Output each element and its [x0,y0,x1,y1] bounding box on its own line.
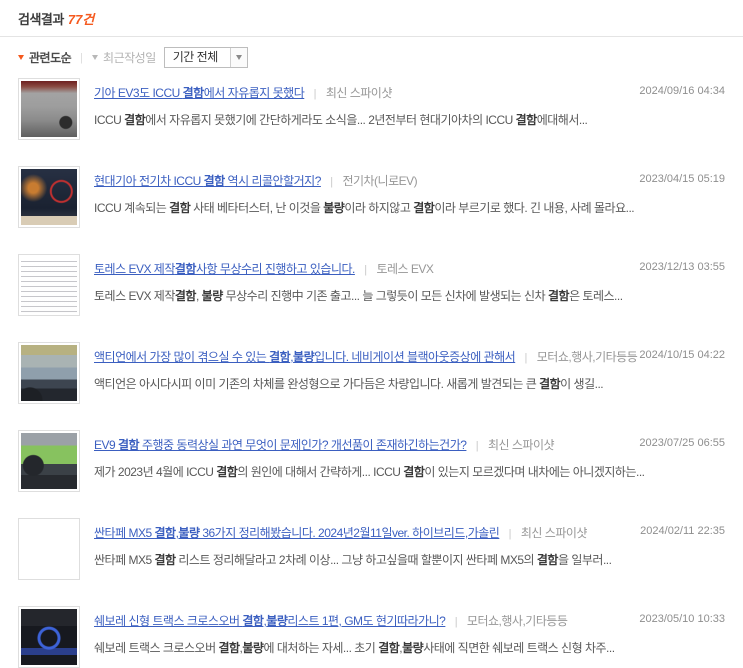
result-title-line: 싼타페 MX5 결함,불량 36가지 정리해봤습니다. 2024년2월11일ve… [94,524,725,541]
results-count: 77건 [67,12,95,27]
sort-relevance-button[interactable]: 관련도순 [18,49,72,66]
post-snippet: 싼타페 MX5 결함 리스트 정리해달라고 2차례 이상... 그냥 하고싶을때… [94,553,612,567]
title-source-divider: | [508,528,512,540]
result-title-line: 토레스 EVX 제작결함사항 무상수리 진행하고 있습니다. | 토레스 EVX [94,260,725,277]
post-source: 모터쇼,행사,기타등등 [536,350,638,364]
caret-down-icon [18,55,24,60]
post-date: 2024/09/16 04:34 [639,85,725,97]
post-thumbnail[interactable] [18,254,80,316]
post-title-link[interactable]: 액티언에서 가장 많이 겪으실 수 있는 결함,불량입니다. 네비게이션 블랙아… [94,350,516,364]
toolbar-divider: | [80,51,84,64]
title-source-divider: | [364,264,368,276]
title-source-divider: | [454,616,458,628]
result-item: EV9 결함 주행중 동력상실 과연 무엇이 문제인가? 개선품이 존재하긴하는… [18,430,725,492]
post-thumbnail[interactable] [18,166,80,228]
post-title-link[interactable]: 토레스 EVX 제작결함사항 무상수리 진행하고 있습니다. [94,262,355,276]
post-source: 모터쇼,행사,기타등등 [466,614,568,628]
post-source: 최신 스파이샷 [325,86,393,100]
post-title-link[interactable]: 현대기아 전기차 ICCU 결함 역시 리콜안할거지? [94,174,321,188]
post-snippet: 쉐보레 트랙스 크로스오버 결함,불량에 대처하는 자세... 초기 결함,불량… [94,641,615,655]
sort-recent-button[interactable]: 최근작성일 [92,49,156,66]
sort-toolbar: 관련도순 | 최근작성일 기간 전체 [0,37,743,70]
result-body: 기아 EV3도 ICCU 결함에서 자유롭지 못했다 | 최신 스파이샷 ICC… [94,78,725,128]
post-title-link[interactable]: EV9 결함 주행중 동력상실 과연 무엇이 문제인가? 개선품이 존재하긴하는… [94,438,467,452]
post-source: 최신 스파이샷 [520,526,588,540]
post-date: 2024/10/15 04:22 [639,349,725,361]
post-snippet: 토레스 EVX 제작결함, 불량 무상수리 진행中 기존 출고... 늘 그렇듯… [94,289,623,303]
result-body: 쉐보레 신형 트랙스 크로스오버 결함,불량리스트 1편, GM도 현기따라가니… [94,606,725,656]
result-title-line: 쉐보레 신형 트랙스 크로스오버 결함,불량리스트 1편, GM도 현기따라가니… [94,612,725,629]
result-body: 싼타페 MX5 결함,불량 36가지 정리해봤습니다. 2024년2월11일ve… [94,518,725,568]
results-header: 검색결과 77건 [0,0,743,37]
chevron-down-icon [229,48,247,67]
result-item: 쉐보레 신형 트랙스 크로스오버 결함,불량리스트 1편, GM도 현기따라가니… [18,606,725,668]
post-thumbnail[interactable] [18,606,80,668]
post-date: 2023/05/10 10:33 [639,613,725,625]
post-thumbnail[interactable] [18,430,80,492]
post-snippet: 액티언은 아시다시피 이미 기존의 차체를 완성형으로 가다듬은 차량입니다. … [94,377,604,391]
post-title-link[interactable]: 기아 EV3도 ICCU 결함에서 자유롭지 못했다 [94,86,305,100]
post-snippet: ICCU 결함에서 자유롭지 못했기에 간단하게라도 소식을... 2년전부터 … [94,113,588,127]
caret-down-icon [92,55,99,60]
title-source-divider: | [330,176,334,188]
results-label: 검색결과 [18,12,64,27]
result-title-line: 액티언에서 가장 많이 겪으실 수 있는 결함,불량입니다. 네비게이션 블랙아… [94,348,725,365]
result-body: 액티언에서 가장 많이 겪으실 수 있는 결함,불량입니다. 네비게이션 블랙아… [94,342,725,392]
result-item: 토레스 EVX 제작결함사항 무상수리 진행하고 있습니다. | 토레스 EVX… [18,254,725,316]
search-results-page: 검색결과 77건 관련도순 | 최근작성일 기간 전체 기아 EV3도 ICCU … [0,0,743,668]
post-snippet: ICCU 계속되는 결함 사태 베타터스터, 난 이것을 불량이라 하지않고 결… [94,201,635,215]
post-thumbnail[interactable] [18,342,80,404]
title-source-divider: | [524,352,528,364]
post-thumbnail[interactable] [18,518,80,580]
result-body: EV9 결함 주행중 동력상실 과연 무엇이 문제인가? 개선품이 존재하긴하는… [94,430,725,480]
result-item: 싼타페 MX5 결함,불량 36가지 정리해봤습니다. 2024년2월11일ve… [18,518,725,580]
post-date: 2023/07/25 06:55 [639,437,725,449]
post-title-link[interactable]: 쉐보레 신형 트랙스 크로스오버 결함,불량리스트 1편, GM도 현기따라가니… [94,614,446,628]
post-title-link[interactable]: 싼타페 MX5 결함,불량 36가지 정리해봤습니다. 2024년2월11일ve… [94,526,500,540]
result-item: 기아 EV3도 ICCU 결함에서 자유롭지 못했다 | 최신 스파이샷 ICC… [18,78,725,140]
result-item: 현대기아 전기차 ICCU 결함 역시 리콜안할거지? | 전기차(니로EV) … [18,166,725,228]
sort-relevance-label: 관련도순 [29,51,72,65]
result-body: 토레스 EVX 제작결함사항 무상수리 진행하고 있습니다. | 토레스 EVX… [94,254,725,304]
post-source: 토레스 EVX [376,262,434,276]
result-title-line: EV9 결함 주행중 동력상실 과연 무엇이 문제인가? 개선품이 존재하긴하는… [94,436,725,453]
title-source-divider: | [475,440,479,452]
result-title-line: 현대기아 전기차 ICCU 결함 역시 리콜안할거지? | 전기차(니로EV) [94,172,725,189]
post-snippet: 제가 2023년 4월에 ICCU 결함의 원인에 대해서 간략하게... IC… [94,465,645,479]
results-list: 기아 EV3도 ICCU 결함에서 자유롭지 못했다 | 최신 스파이샷 ICC… [0,78,743,668]
title-source-divider: | [313,88,317,100]
sort-recent-label: 최근작성일 [103,51,156,65]
period-select[interactable]: 기간 전체 [163,47,248,68]
post-date: 2024/02/11 22:35 [640,525,725,537]
result-item: 액티언에서 가장 많이 겪으실 수 있는 결함,불량입니다. 네비게이션 블랙아… [18,342,725,404]
post-source: 최신 스파이샷 [487,438,555,452]
period-select-value: 기간 전체 [172,50,219,64]
post-date: 2023/12/13 03:55 [639,261,725,273]
result-body: 현대기아 전기차 ICCU 결함 역시 리콜안할거지? | 전기차(니로EV) … [94,166,725,216]
post-date: 2023/04/15 05:19 [639,173,725,185]
post-thumbnail[interactable] [18,78,80,140]
post-source: 전기차(니로EV) [342,174,418,188]
result-title-line: 기아 EV3도 ICCU 결함에서 자유롭지 못했다 | 최신 스파이샷 [94,84,725,101]
